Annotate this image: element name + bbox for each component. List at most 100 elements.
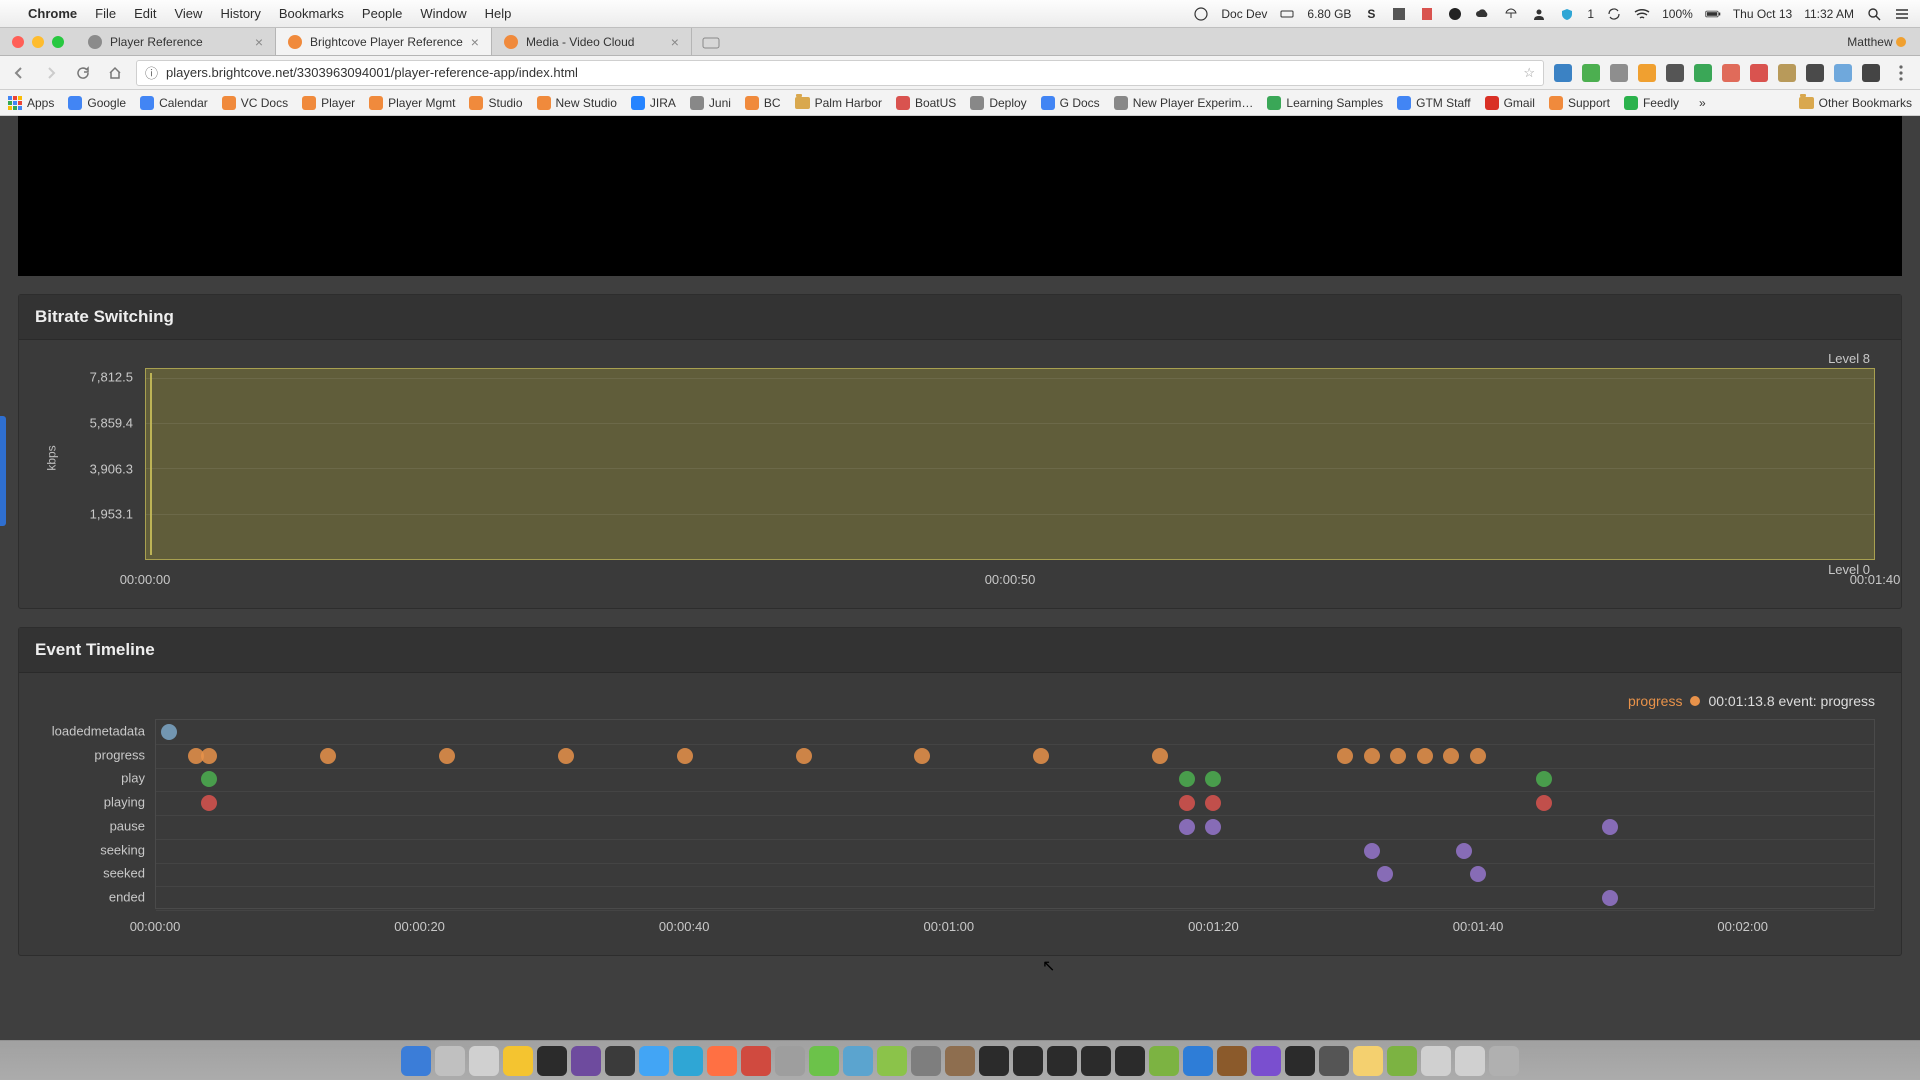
bookmark-item[interactable]: Apps bbox=[8, 96, 54, 110]
dock-app-icon[interactable] bbox=[571, 1046, 601, 1076]
bookmark-item[interactable]: G Docs bbox=[1041, 96, 1100, 110]
event-point[interactable] bbox=[1417, 748, 1433, 764]
event-point[interactable] bbox=[1536, 795, 1552, 811]
home-button[interactable] bbox=[104, 62, 126, 84]
extension-icon[interactable] bbox=[1610, 64, 1628, 82]
video-player-area[interactable] bbox=[18, 116, 1902, 276]
profile-button[interactable]: Matthew bbox=[1833, 28, 1920, 55]
extension-icon[interactable] bbox=[1778, 64, 1796, 82]
extension-icon[interactable] bbox=[1750, 64, 1768, 82]
event-point[interactable] bbox=[558, 748, 574, 764]
event-point[interactable] bbox=[1602, 890, 1618, 906]
close-tab-icon[interactable]: × bbox=[471, 34, 479, 50]
bookmark-item[interactable]: BoatUS bbox=[896, 96, 956, 110]
umbrella-icon[interactable] bbox=[1503, 6, 1519, 22]
spotlight-icon[interactable] bbox=[1866, 6, 1882, 22]
extension-icon[interactable] bbox=[1806, 64, 1824, 82]
dock-app-icon[interactable] bbox=[707, 1046, 737, 1076]
bookmark-item[interactable]: Learning Samples bbox=[1267, 96, 1383, 110]
bookmark-item[interactable]: New Player Experim… bbox=[1114, 96, 1254, 110]
event-point[interactable] bbox=[1443, 748, 1459, 764]
status-icon[interactable] bbox=[1193, 6, 1209, 22]
bookmark-item[interactable]: JIRA bbox=[631, 96, 676, 110]
bookmark-item[interactable]: VC Docs bbox=[222, 96, 288, 110]
dock-app-icon[interactable] bbox=[843, 1046, 873, 1076]
dock-app-icon[interactable] bbox=[673, 1046, 703, 1076]
dock-app-icon[interactable] bbox=[1217, 1046, 1247, 1076]
dock-app-icon[interactable] bbox=[1455, 1046, 1485, 1076]
dock-app-icon[interactable] bbox=[1489, 1046, 1519, 1076]
dock-app-icon[interactable] bbox=[435, 1046, 465, 1076]
user-icon[interactable] bbox=[1531, 6, 1547, 22]
bookmark-item[interactable]: Palm Harbor bbox=[795, 96, 882, 110]
dock-app-icon[interactable] bbox=[1319, 1046, 1349, 1076]
event-point[interactable] bbox=[1152, 748, 1168, 764]
menu-edit[interactable]: Edit bbox=[134, 6, 156, 21]
status-red-icon[interactable] bbox=[1419, 6, 1435, 22]
browser-tab[interactable]: Player Reference× bbox=[76, 28, 276, 55]
event-point[interactable] bbox=[1390, 748, 1406, 764]
reload-button[interactable] bbox=[72, 62, 94, 84]
event-point[interactable] bbox=[1470, 866, 1486, 882]
event-point[interactable] bbox=[161, 724, 177, 740]
dock-app-icon[interactable] bbox=[809, 1046, 839, 1076]
event-point[interactable] bbox=[1377, 866, 1393, 882]
dock-app-icon[interactable] bbox=[1149, 1046, 1179, 1076]
extension-icon[interactable] bbox=[1834, 64, 1852, 82]
menu-bookmarks[interactable]: Bookmarks bbox=[279, 6, 344, 21]
dock-app-icon[interactable] bbox=[639, 1046, 669, 1076]
event-point[interactable] bbox=[320, 748, 336, 764]
bookmark-item[interactable]: Deploy bbox=[970, 96, 1026, 110]
extension-icon[interactable] bbox=[1638, 64, 1656, 82]
dock-app-icon[interactable] bbox=[877, 1046, 907, 1076]
menu-history[interactable]: History bbox=[220, 6, 260, 21]
time-label[interactable]: 11:32 AM bbox=[1804, 7, 1854, 21]
other-bookmarks[interactable]: Other Bookmarks bbox=[1799, 96, 1912, 110]
event-point[interactable] bbox=[1456, 843, 1472, 859]
menu-people[interactable]: People bbox=[362, 6, 402, 21]
dock-app-icon[interactable] bbox=[1251, 1046, 1281, 1076]
extension-icon[interactable] bbox=[1666, 64, 1684, 82]
bookmark-item[interactable]: Calendar bbox=[140, 96, 208, 110]
bookmark-item[interactable]: Player Mgmt bbox=[369, 96, 455, 110]
zoom-window-button[interactable] bbox=[52, 36, 64, 48]
event-point[interactable] bbox=[1536, 771, 1552, 787]
dock-app-icon[interactable] bbox=[537, 1046, 567, 1076]
address-bar[interactable]: ⓘ players.brightcove.net/3303963094001/p… bbox=[136, 60, 1544, 86]
event-point[interactable] bbox=[1033, 748, 1049, 764]
wifi-icon[interactable] bbox=[1634, 6, 1650, 22]
dock-app-icon[interactable] bbox=[1387, 1046, 1417, 1076]
extension-icon[interactable] bbox=[1582, 64, 1600, 82]
close-tab-icon[interactable]: × bbox=[255, 34, 263, 50]
notifications-icon[interactable] bbox=[1894, 6, 1910, 22]
bookmark-item[interactable]: Gmail bbox=[1485, 96, 1535, 110]
dock-app-icon[interactable] bbox=[979, 1046, 1009, 1076]
dock-app-icon[interactable] bbox=[775, 1046, 805, 1076]
event-point[interactable] bbox=[1179, 795, 1195, 811]
bookmark-item[interactable]: GTM Staff bbox=[1397, 96, 1470, 110]
back-button[interactable] bbox=[8, 62, 30, 84]
bitrate-chart[interactable]: kbps1,953.13,906.35,859.47,812.5Level 8L… bbox=[35, 356, 1885, 592]
event-point[interactable] bbox=[201, 795, 217, 811]
event-chart[interactable]: loadedmetadataprogressplayplayingpausese… bbox=[35, 719, 1885, 939]
menu-view[interactable]: View bbox=[174, 6, 202, 21]
bookmark-item[interactable]: Player bbox=[302, 96, 355, 110]
dock-app-icon[interactable] bbox=[1183, 1046, 1213, 1076]
minimize-window-button[interactable] bbox=[32, 36, 44, 48]
dock-app-icon[interactable] bbox=[741, 1046, 771, 1076]
extension-icon[interactable] bbox=[1694, 64, 1712, 82]
dock-app-icon[interactable] bbox=[469, 1046, 499, 1076]
menu-file[interactable]: File bbox=[95, 6, 116, 21]
status-dark-icon[interactable] bbox=[1447, 6, 1463, 22]
dock-app-icon[interactable] bbox=[1115, 1046, 1145, 1076]
dock-app-icon[interactable] bbox=[911, 1046, 941, 1076]
bookmark-star-icon[interactable]: ☆ bbox=[1523, 65, 1535, 81]
event-point[interactable] bbox=[1602, 819, 1618, 835]
menu-window[interactable]: Window bbox=[420, 6, 466, 21]
event-point[interactable] bbox=[1179, 771, 1195, 787]
event-point[interactable] bbox=[1337, 748, 1353, 764]
bookmark-item[interactable]: Support bbox=[1549, 96, 1610, 110]
event-point[interactable] bbox=[1364, 748, 1380, 764]
app-name[interactable]: Chrome bbox=[28, 6, 77, 21]
extension-icon[interactable] bbox=[1554, 64, 1572, 82]
